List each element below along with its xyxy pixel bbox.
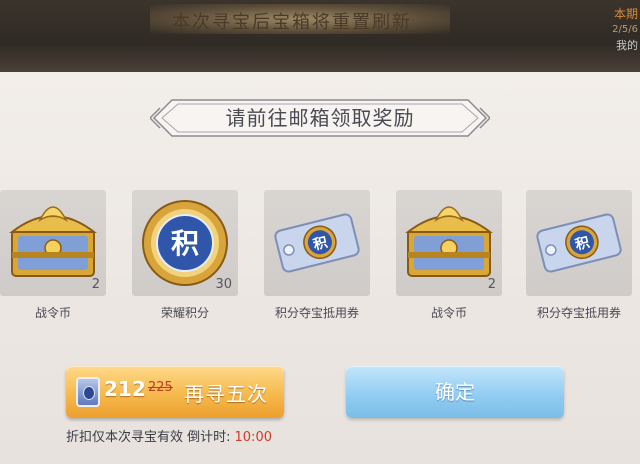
- confirm-button[interactable]: 确定: [346, 366, 564, 418]
- reward-item[interactable]: 2 战令币: [0, 190, 106, 321]
- reward-name: 战令币: [430, 306, 467, 320]
- countdown-timer: 10:00: [234, 430, 272, 445]
- voucher-ticket-icon: 积: [274, 213, 360, 273]
- golden-chest-icon: [9, 206, 97, 277]
- svg-text:积: 积: [171, 227, 199, 260]
- reward-tile: 积 30: [132, 190, 238, 296]
- dialog-title-frame: 请前往邮箱领取奖励: [150, 96, 490, 140]
- reward-tile: 积: [526, 190, 632, 296]
- reward-quantity: 2: [487, 277, 496, 292]
- search-five-more-label: 再寻五次: [184, 382, 268, 406]
- reward-dialog: 请前往邮箱领取奖励 2 战令币 积 30 荣耀积分 积 积分夺宝抵用券 2 战令…: [0, 72, 640, 464]
- reward-item[interactable]: 积 30 荣耀积分: [132, 190, 238, 321]
- reward-item[interactable]: 2 战令币: [396, 190, 502, 321]
- discount-note: 折扣仅本次寻宝有效 倒计时: 10:00: [66, 426, 272, 445]
- reward-name: 积分夺宝抵用券: [536, 306, 621, 320]
- reward-name: 战令币: [34, 306, 71, 320]
- original-price: 225: [148, 380, 173, 395]
- side-info-line1: 本期: [613, 7, 638, 21]
- dialog-title: 请前往邮箱领取奖励: [225, 106, 415, 130]
- reward-tile: 2: [0, 190, 106, 296]
- discount-price: 212: [104, 377, 146, 401]
- side-info: 本期 2/5/6 我的: [594, 6, 638, 72]
- reward-name: 积分夺宝抵用券: [274, 306, 359, 320]
- voucher-coin-icon: [76, 377, 100, 407]
- reward-tile: 2: [396, 190, 502, 296]
- reward-list: 2 战令币 积 30 荣耀积分 积 积分夺宝抵用券 2 战令币 积 积分夺宝抵用…: [0, 190, 640, 330]
- reward-item[interactable]: 积 积分夺宝抵用券: [526, 190, 632, 321]
- reward-name: 荣耀积分: [160, 306, 209, 320]
- reward-tile: 积: [264, 190, 370, 296]
- game-background: 本次寻宝后宝箱将重置刷新 本期 2/5/6 我的: [0, 0, 640, 72]
- confirm-label: 确定: [435, 380, 475, 404]
- search-five-more-button[interactable]: 212 225 再寻五次: [66, 366, 284, 418]
- side-info-line2: 2/5/6: [612, 24, 638, 35]
- reward-item[interactable]: 积 积分夺宝抵用券: [264, 190, 370, 321]
- side-info-line3: 我的: [616, 39, 638, 52]
- reset-notice-text: 本次寻宝后宝箱将重置刷新: [172, 12, 412, 33]
- discount-note-text: 折扣仅本次寻宝有效 倒计时:: [66, 430, 231, 445]
- reward-quantity: 2: [91, 277, 100, 292]
- voucher-ticket-icon: 积: [536, 213, 622, 273]
- golden-chest-icon: [405, 206, 493, 277]
- reward-quantity: 30: [215, 277, 232, 292]
